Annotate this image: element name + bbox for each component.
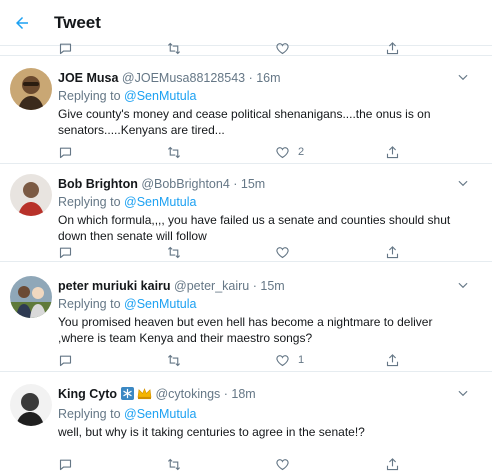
tweet-meta: JOE Musa @JOEMusa88128543 · 16m	[58, 71, 281, 85]
author-handle[interactable]: @cytokings	[155, 387, 220, 401]
replying-to: Replying to @SenMutula	[58, 407, 197, 421]
tweet-time[interactable]: 18m	[231, 387, 255, 401]
reply-tweet[interactable]: King Cyto @cytokings · 18m Replying to @…	[0, 372, 492, 476]
author-name[interactable]: King Cyto	[58, 387, 117, 401]
retweet-icon[interactable]	[166, 40, 182, 56]
mention-link[interactable]: @SenMutula	[124, 297, 196, 311]
like-button[interactable]: 1	[275, 352, 304, 368]
tweet-text: On which formula,,,, you have failed us …	[58, 213, 451, 243]
page-title: Tweet	[54, 12, 101, 32]
like-button[interactable]: 2	[275, 144, 304, 160]
tweet-meta: King Cyto @cytokings · 18m	[58, 386, 464, 404]
tweet-time[interactable]: 16m	[256, 71, 280, 85]
share-icon[interactable]	[385, 352, 400, 368]
replying-to: Replying to @SenMutula	[58, 195, 197, 209]
crown-icon	[137, 387, 152, 404]
heart-icon	[276, 354, 289, 366]
like-count: 2	[298, 146, 305, 158]
tweet-text: Give county's money and cease political …	[58, 107, 431, 137]
author-name[interactable]: JOE Musa	[58, 71, 118, 85]
snowflake-icon	[120, 387, 134, 404]
like-count: 1	[298, 354, 305, 366]
avatar[interactable]	[10, 384, 52, 426]
reply-tweet[interactable]: JOE Musa @JOEMusa88128543 · 16m Replying…	[0, 56, 492, 164]
mention-link[interactable]: @SenMutula	[124, 195, 196, 209]
previous-tweet-actions	[0, 40, 492, 56]
heart-icon	[276, 146, 289, 158]
replying-to: Replying to @SenMutula	[58, 89, 197, 103]
avatar[interactable]	[10, 276, 52, 318]
heart-icon[interactable]	[275, 244, 290, 260]
heart-icon[interactable]	[275, 40, 290, 56]
tweet-time[interactable]: 15m	[260, 279, 284, 293]
back-arrow-icon[interactable]	[12, 13, 32, 33]
author-name[interactable]: Bob Brighton	[58, 177, 138, 191]
replying-to: Replying to @SenMutula	[58, 297, 197, 311]
tweet-text: You promised heaven but even hell has be…	[58, 315, 433, 345]
author-handle[interactable]: @JOEMusa88128543	[122, 71, 245, 85]
author-name[interactable]: peter muriuki kairu	[58, 279, 171, 293]
chevron-down-icon[interactable]	[456, 176, 470, 190]
tweet-meta: peter muriuki kairu @peter_kairu · 15m	[58, 279, 285, 293]
share-icon[interactable]	[385, 456, 400, 472]
reply-tweet[interactable]: peter muriuki kairu @peter_kairu · 15m R…	[0, 262, 492, 372]
author-handle[interactable]: @peter_kairu	[174, 279, 249, 293]
avatar[interactable]	[10, 68, 52, 110]
retweet-icon[interactable]	[166, 144, 182, 160]
tweet-time[interactable]: 15m	[241, 177, 265, 191]
avatar[interactable]	[10, 174, 52, 216]
tweet-text: well, but why is it taking centuries to …	[58, 425, 365, 439]
reply-tweet[interactable]: Bob Brighton @BobBrighton4 · 15m Replyin…	[0, 164, 492, 262]
chevron-down-icon[interactable]	[456, 278, 470, 292]
mention-link[interactable]: @SenMutula	[124, 89, 196, 103]
share-icon[interactable]	[385, 244, 400, 260]
reply-icon[interactable]	[58, 244, 73, 260]
retweet-icon[interactable]	[166, 456, 182, 472]
retweet-icon[interactable]	[166, 244, 182, 260]
mention-link[interactable]: @SenMutula	[124, 407, 196, 421]
reply-icon[interactable]	[58, 456, 73, 472]
reply-icon[interactable]	[58, 144, 73, 160]
share-icon[interactable]	[385, 144, 400, 160]
tweet-meta: Bob Brighton @BobBrighton4 · 15m	[58, 177, 266, 191]
heart-icon[interactable]	[275, 456, 290, 472]
reply-icon[interactable]	[58, 352, 73, 368]
chevron-down-icon[interactable]	[456, 386, 470, 400]
author-handle[interactable]: @BobBrighton4	[141, 177, 229, 191]
retweet-icon[interactable]	[166, 352, 182, 368]
chevron-down-icon[interactable]	[456, 70, 470, 84]
reply-icon[interactable]	[58, 40, 73, 56]
share-icon[interactable]	[385, 40, 400, 56]
